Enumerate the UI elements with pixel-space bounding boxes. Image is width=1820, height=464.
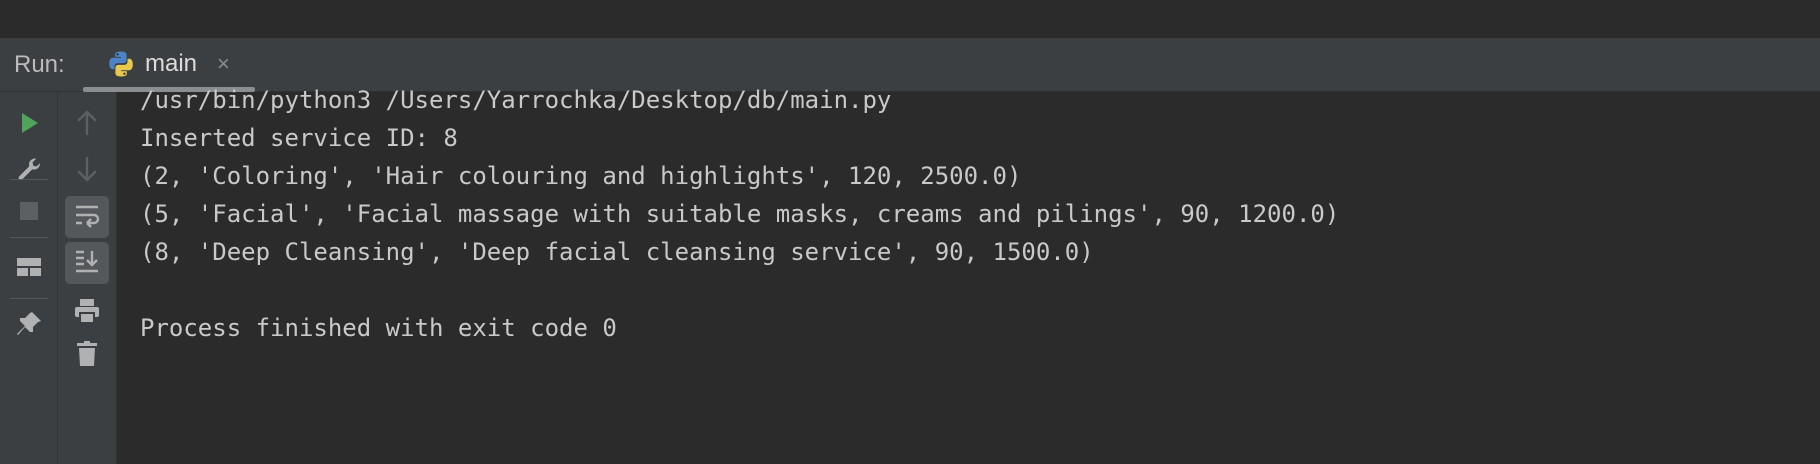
trash-icon — [75, 340, 99, 373]
python-icon — [107, 50, 135, 78]
console-line: (5, 'Facial', 'Facial massage with suita… — [140, 200, 1340, 228]
up-stack-button[interactable] — [65, 104, 109, 146]
arrow-down-icon — [75, 156, 99, 187]
console-output[interactable]: /usr/bin/python3 /Users/Yarrochka/Deskto… — [117, 86, 1820, 464]
layout-icon — [16, 255, 42, 284]
soft-wrap-icon — [73, 202, 101, 233]
print-icon — [73, 298, 101, 329]
run-icon — [17, 111, 41, 140]
editor-top-area — [0, 0, 1820, 38]
toolbar-separator — [10, 179, 48, 180]
console-toolbar — [58, 92, 117, 464]
rerun-button[interactable] — [7, 104, 51, 146]
tab-label: main — [145, 50, 198, 77]
console-line: (8, 'Deep Cleansing', 'Deep facial clean… — [140, 238, 1094, 266]
pin-tab-button[interactable] — [7, 305, 51, 347]
console-line: Inserted service ID: 8 — [140, 124, 458, 152]
restore-layout-button[interactable] — [7, 248, 51, 290]
run-toolbar-left — [0, 92, 58, 464]
run-tool-window-header: Run: main × — [0, 38, 1820, 92]
console-line: (2, 'Coloring', 'Hair colouring and high… — [140, 162, 1022, 190]
close-icon[interactable]: × — [217, 52, 230, 76]
modify-run-configuration-button[interactable] — [7, 150, 51, 192]
print-button[interactable] — [65, 292, 109, 334]
clear-all-button[interactable] — [65, 335, 109, 377]
stop-icon — [19, 201, 39, 226]
run-label: Run: — [14, 51, 65, 78]
scroll-to-end-button[interactable] — [65, 242, 109, 284]
down-stack-button[interactable] — [65, 150, 109, 192]
tab-main[interactable]: main × — [83, 38, 255, 92]
soft-wrap-button[interactable] — [65, 196, 109, 238]
toolbar-separator — [10, 237, 48, 238]
wrench-icon — [15, 155, 43, 188]
console-line: /usr/bin/python3 /Users/Yarrochka/Deskto… — [140, 86, 892, 114]
arrow-up-icon — [75, 110, 99, 141]
console-line: Process finished with exit code 0 — [140, 314, 617, 342]
stop-button[interactable] — [7, 192, 51, 234]
pin-icon — [15, 310, 43, 343]
toolbar-separator — [10, 298, 48, 299]
scroll-to-end-icon — [73, 248, 101, 279]
